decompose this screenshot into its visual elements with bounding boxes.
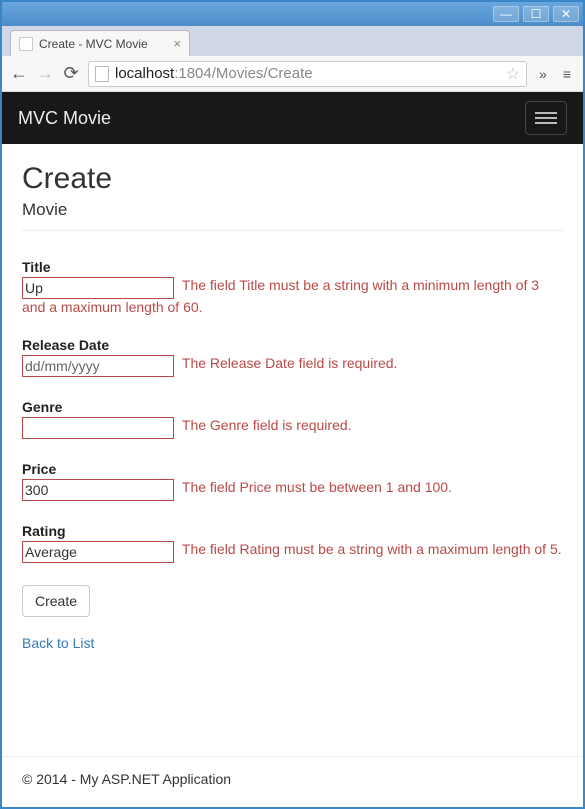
browser-toolbar: ← → ⟳ localhost:1804/Movies/Create ☆ » ≡ xyxy=(2,56,583,92)
window-maximize-button[interactable]: ☐ xyxy=(523,6,549,22)
back-to-list-link[interactable]: Back to List xyxy=(22,635,94,651)
browser-window: — ☐ ✕ Create - MVC Movie × ← → ⟳ localho… xyxy=(0,0,585,809)
favicon-icon xyxy=(19,37,33,51)
release-date-label: Release Date xyxy=(22,337,563,353)
chrome-menu-icon[interactable]: ≡ xyxy=(559,66,575,82)
form-group-price: Price The field Price must be between 1 … xyxy=(22,461,563,501)
rating-input[interactable] xyxy=(22,541,174,563)
tab-strip: Create - MVC Movie × xyxy=(2,26,583,56)
tab-close-icon[interactable]: × xyxy=(173,36,181,51)
main-content: Create Movie Title The field Title must … xyxy=(2,144,583,756)
price-input[interactable] xyxy=(22,479,174,501)
window-minimize-button[interactable]: — xyxy=(493,6,519,22)
tab-title: Create - MVC Movie xyxy=(39,37,148,51)
page-title: Create xyxy=(22,162,563,196)
back-button[interactable]: ← xyxy=(10,63,28,84)
title-input[interactable] xyxy=(22,277,174,299)
genre-validation: The Genre field is required. xyxy=(182,417,352,433)
release-date-validation: The Release Date field is required. xyxy=(182,355,398,371)
rating-validation: The field Rating must be a string with a… xyxy=(182,541,562,557)
forward-button[interactable]: → xyxy=(36,63,54,84)
footer-text: © 2014 - My ASP.NET Application xyxy=(22,771,231,787)
browser-tab[interactable]: Create - MVC Movie × xyxy=(10,30,190,56)
form-group-rating: Rating The field Rating must be a string… xyxy=(22,523,563,563)
release-date-input[interactable] xyxy=(22,355,174,377)
title-label: Title xyxy=(22,259,563,275)
page-viewport: MVC Movie Create Movie Title The field T… xyxy=(2,92,583,807)
form-group-title: Title The field Title must be a string w… xyxy=(22,259,563,315)
hamburger-bar-icon xyxy=(535,122,557,124)
create-button[interactable]: Create xyxy=(22,585,90,617)
divider xyxy=(22,230,563,231)
hamburger-bar-icon xyxy=(535,117,557,119)
page-subtitle: Movie xyxy=(22,200,563,220)
footer: © 2014 - My ASP.NET Application xyxy=(2,756,583,807)
navbar-brand[interactable]: MVC Movie xyxy=(18,108,111,129)
address-bar[interactable]: localhost:1804/Movies/Create ☆ xyxy=(88,61,527,87)
url-path: :1804/Movies/Create xyxy=(174,65,312,82)
navbar-toggle-button[interactable] xyxy=(525,101,567,135)
chrome-overflow-icon[interactable]: » xyxy=(535,66,551,82)
bookmark-star-icon[interactable]: ☆ xyxy=(506,64,520,84)
genre-label: Genre xyxy=(22,399,563,415)
genre-input[interactable] xyxy=(22,417,174,439)
price-label: Price xyxy=(22,461,563,477)
url-host: localhost xyxy=(115,65,174,82)
window-titlebar: — ☐ ✕ xyxy=(2,2,583,26)
rating-label: Rating xyxy=(22,523,563,539)
form-group-release-date: Release Date The Release Date field is r… xyxy=(22,337,563,377)
reload-button[interactable]: ⟳ xyxy=(62,63,80,84)
page-icon xyxy=(95,66,109,82)
window-close-button[interactable]: ✕ xyxy=(553,6,579,22)
form-group-genre: Genre The Genre field is required. xyxy=(22,399,563,439)
price-validation: The field Price must be between 1 and 10… xyxy=(182,479,452,495)
hamburger-bar-icon xyxy=(535,112,557,114)
navbar: MVC Movie xyxy=(2,92,583,144)
